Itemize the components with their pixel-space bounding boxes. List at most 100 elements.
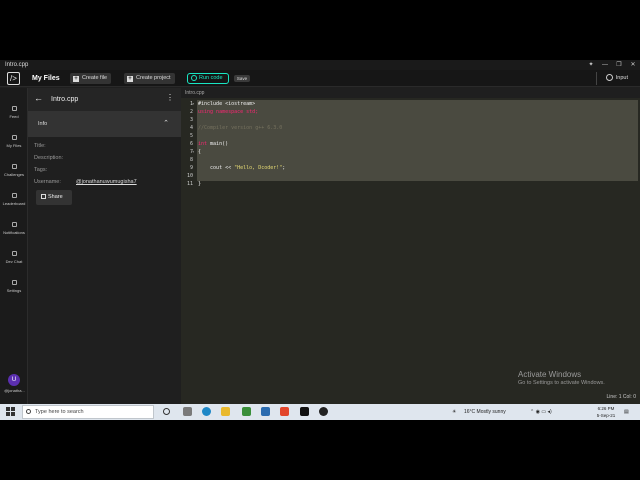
- fold-arrow-icon[interactable]: ▾: [192, 149, 194, 154]
- run-code-button[interactable]: Run code: [187, 73, 229, 84]
- folder-icon[interactable]: [221, 407, 230, 416]
- nav-item-settings[interactable]: Settings: [0, 280, 28, 293]
- description-field-label: Description:: [34, 155, 64, 161]
- extension-icon[interactable]: ✦: [584, 60, 598, 70]
- info-accordion[interactable]: Info ⌃: [28, 111, 181, 137]
- avatar-username: @jonatha...: [4, 388, 25, 393]
- create-project-button[interactable]: + Create project: [124, 73, 175, 84]
- mail-icon[interactable]: [261, 407, 270, 416]
- avatar[interactable]: U: [8, 374, 20, 386]
- chat-icon: [11, 251, 17, 256]
- nav-item-challenges[interactable]: Challenges: [0, 164, 28, 177]
- code-string: "Hello, Dcoder!": [234, 165, 283, 171]
- nav-label-dev-chat: Dev Chat: [5, 259, 23, 264]
- create-file-label: Create file: [82, 75, 108, 81]
- code-line-2: using namespace std;: [198, 109, 258, 115]
- page-title: My Files: [32, 75, 60, 82]
- create-project-label: Create project: [136, 75, 171, 81]
- code-token: std;: [243, 109, 259, 115]
- nav-item-feed[interactable]: Feed: [0, 106, 28, 119]
- close-button[interactable]: ✕: [626, 60, 640, 70]
- system-tray-icons[interactable]: ⌃ ◉ ▭ ◂): [530, 404, 552, 420]
- nav-item-my-files[interactable]: My Files: [0, 135, 28, 148]
- editor-tab[interactable]: Intro.cpp: [181, 88, 640, 98]
- task-view-icon[interactable]: [163, 408, 170, 415]
- more-options-icon[interactable]: ⋮: [166, 94, 174, 102]
- weather-status[interactable]: 16°C Mostly sunny: [464, 404, 506, 420]
- plus-icon: +: [73, 75, 79, 82]
- line-number: 4: [189, 125, 193, 131]
- line-number: 10: [186, 173, 193, 179]
- taskbar-search-input[interactable]: Type here to search: [22, 405, 154, 419]
- file-panel: ← Intro.cpp ⋮ Info ⌃ Title: Description:…: [28, 88, 181, 404]
- bell-icon: [11, 222, 17, 227]
- back-arrow-icon[interactable]: ←: [34, 93, 43, 103]
- username-field-label: Username:: [34, 179, 61, 185]
- share-icon: [41, 194, 46, 200]
- files-icon: [11, 135, 17, 140]
- window-controls: ✦ — ❐ ✕: [584, 60, 640, 70]
- left-nav: Feed My Files Challenges Leaderboard Not…: [0, 88, 28, 404]
- nav-label-leaderboard: Leaderboard: [2, 201, 26, 206]
- toolbar-divider: [596, 72, 597, 85]
- nav-label-settings: Settings: [6, 288, 22, 293]
- app-screen: Intro.cpp ✦ — ❐ ✕ /> My Files + Create f…: [0, 60, 640, 420]
- search-placeholder: Type here to search: [35, 409, 84, 415]
- code-editor[interactable]: Intro.cpp 1 2 3 4 5 6 7 8 9 10 11 ▾ ▾ #i…: [181, 88, 640, 404]
- top-toolbar: /> My Files + Create file + Create proje…: [0, 70, 640, 87]
- challenges-icon: [11, 164, 17, 169]
- file-name: Intro.cpp: [51, 96, 79, 103]
- nav-label-notifications: Notifications: [3, 230, 25, 235]
- search-icon: [26, 409, 31, 414]
- code-token: cout <<: [198, 165, 235, 171]
- code-line-6: int main(): [198, 141, 228, 147]
- maximize-button[interactable]: ❐: [612, 60, 626, 70]
- code-token: ;: [282, 165, 286, 171]
- nav-item-dev-chat[interactable]: Dev Chat: [0, 251, 28, 264]
- share-button[interactable]: Share: [36, 190, 72, 205]
- save-button[interactable]: Save: [234, 75, 250, 82]
- taskbar-clock[interactable]: 6:26 PM 5-Sep-21: [594, 405, 618, 419]
- edge-browser-icon[interactable]: [202, 407, 211, 416]
- nav-item-leaderboard[interactable]: Leaderboard: [0, 193, 28, 206]
- feed-icon: [11, 106, 17, 111]
- store-icon[interactable]: [242, 407, 251, 416]
- line-number: 6: [189, 141, 193, 147]
- sun-icon: ☀: [452, 409, 457, 415]
- dcoder-taskbar-icon[interactable]: [300, 407, 309, 416]
- code-keyword: using namespace: [198, 109, 244, 115]
- file-panel-header: ← Intro.cpp ⋮: [28, 88, 181, 111]
- line-number: 9: [189, 165, 193, 171]
- cursor-position-status: Line: 1 Col: 0: [606, 394, 636, 400]
- nav-label-challenges: Challenges: [3, 172, 24, 177]
- chevron-up-icon[interactable]: ⌃: [163, 119, 169, 127]
- code-line-4: //Compiler version g++ 6.3.0: [198, 125, 283, 131]
- username-link[interactable]: @jonathanuwumugisha7: [76, 179, 137, 185]
- dcoder-logo-icon[interactable]: />: [7, 72, 20, 85]
- notifications-icon[interactable]: ▤: [624, 404, 629, 420]
- fold-arrow-icon[interactable]: ▾: [192, 101, 194, 106]
- activate-windows-title: Activate Windows: [518, 370, 582, 379]
- code-line-9: cout << "Hello, Dcoder!";: [198, 165, 285, 171]
- tags-field-label: Tags:: [34, 167, 48, 173]
- pdf-app-icon[interactable]: [280, 407, 289, 416]
- window-title: Intro.cpp: [5, 62, 29, 68]
- create-file-button[interactable]: + Create file: [70, 73, 112, 84]
- windows-taskbar: Type here to search ☀ 16°C Mostly sunny …: [0, 404, 640, 420]
- plus-icon: +: [127, 75, 133, 82]
- line-number: 11: [186, 181, 193, 187]
- code-line-7: {: [198, 149, 202, 155]
- code-line-11: }: [198, 181, 202, 187]
- editor-tab-label: Intro.cpp: [185, 90, 205, 96]
- minimize-button[interactable]: —: [598, 60, 612, 70]
- input-button[interactable]: Input: [605, 73, 628, 84]
- leaderboard-icon: [11, 193, 17, 198]
- app-taskbar-icon[interactable]: [319, 407, 328, 416]
- nav-item-notifications[interactable]: Notifications: [0, 222, 28, 235]
- share-label: Share: [48, 194, 63, 200]
- code-keyword: int: [198, 141, 208, 147]
- windows-start-icon[interactable]: [6, 407, 15, 416]
- nav-label-my-files: My Files: [6, 143, 22, 148]
- title-field-label: Title:: [34, 143, 46, 149]
- file-explorer-icon[interactable]: [183, 407, 192, 416]
